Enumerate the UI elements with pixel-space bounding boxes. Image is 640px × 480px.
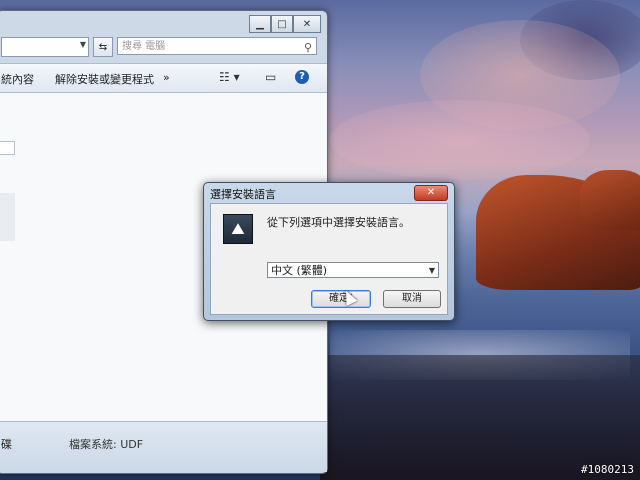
address-bar[interactable]: ▼ <box>1 37 89 57</box>
uninstall-program-button[interactable]: 解除安裝或變更程式 <box>55 71 154 87</box>
dialog-body: ⛰ 從下列選項中選擇安裝語言。 中文 (繁體) ▼ 確定( 取消 <box>210 203 448 315</box>
minimize-button[interactable]: ▁ <box>249 15 271 33</box>
chevron-down-icon[interactable]: ▼ <box>80 40 86 49</box>
rocky-shore <box>320 355 640 480</box>
dialog-prompt: 從下列選項中選擇安裝語言。 <box>267 216 410 229</box>
drive-label: 碟 <box>1 438 12 451</box>
refresh-icon: ⇆ <box>98 41 108 53</box>
command-bar: 統內容 解除安裝或變更程式 » ☷ ▾ ▭ ? <box>0 63 327 93</box>
view-options-icon[interactable]: ☷ ▾ <box>219 70 240 84</box>
chevron-down-icon: ▼ <box>428 266 435 275</box>
cancel-button[interactable]: 取消 <box>383 290 441 308</box>
maximize-button[interactable]: □ <box>271 15 293 33</box>
dialog-close-button[interactable]: ✕ <box>414 185 448 201</box>
system-properties-button[interactable]: 統內容 <box>1 71 34 87</box>
details-pane: 碟 檔案系統: UDF <box>0 421 327 472</box>
cloud-pink-low <box>330 100 590 180</box>
window-controls: ▁ □ ✕ <box>249 15 321 33</box>
search-input[interactable]: 搜尋 電腦 ⚲ <box>117 37 317 55</box>
refresh-button[interactable]: ⇆ <box>93 37 113 57</box>
language-dialog: 選擇安裝語言 ✕ ⛰ 從下列選項中選擇安裝語言。 中文 (繁體) ▼ 確定( 取… <box>203 182 455 321</box>
search-icon: ⚲ <box>303 41 312 54</box>
sea-rock-right <box>580 170 640 230</box>
watermark: #1080213 <box>581 463 634 476</box>
drive-item[interactable] <box>0 193 15 241</box>
search-placeholder: 搜尋 電腦 <box>122 41 166 52</box>
address-row: ▼ ⇆ 搜尋 電腦 ⚲ <box>1 37 321 59</box>
language-select[interactable]: 中文 (繁體) ▼ <box>267 262 439 278</box>
installer-icon: ⛰ <box>223 214 253 244</box>
more-commands-button[interactable]: » <box>163 71 170 84</box>
filesystem-label: 檔案系統: UDF <box>69 438 144 451</box>
help-icon[interactable]: ? <box>295 70 309 84</box>
item-checkbox[interactable] <box>0 141 15 155</box>
dialog-title: 選擇安裝語言 <box>210 188 276 201</box>
close-button[interactable]: ✕ <box>293 15 321 33</box>
language-select-value: 中文 (繁體) <box>271 264 328 277</box>
preview-pane-icon[interactable]: ▭ <box>265 70 276 84</box>
